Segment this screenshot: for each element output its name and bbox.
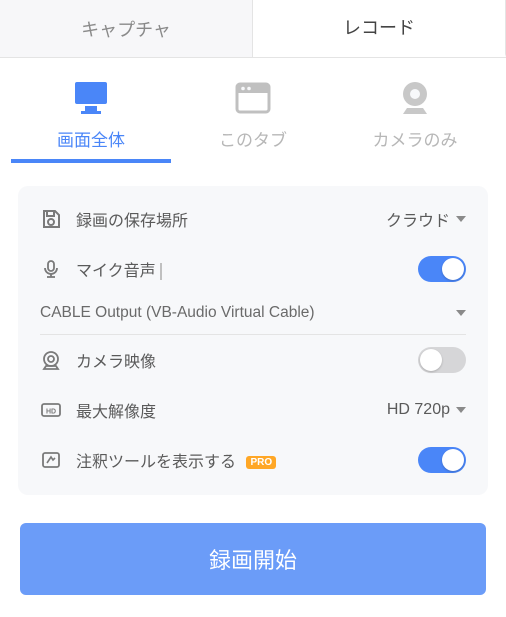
tab-record-label: レコード	[343, 14, 415, 40]
chevron-down-icon	[456, 216, 466, 222]
annotation-icon	[40, 449, 62, 471]
camera-video-label: カメラ映像	[76, 348, 404, 372]
max-resolution-label: 最大解像度	[76, 398, 373, 422]
tab-record[interactable]: レコード	[253, 0, 506, 57]
settings-panel: 録画の保存場所 クラウド マイク音声 CABLE Output (VB-Audi…	[18, 186, 488, 495]
tab-icon	[233, 80, 273, 116]
camera-video-row: カメラ映像	[18, 335, 488, 385]
mic-audio-row: マイク音声	[18, 244, 488, 294]
mic-device-label: CABLE Output (VB-Audio Virtual Cable)	[40, 304, 315, 322]
annotation-tools-toggle[interactable]	[418, 447, 466, 473]
mode-fullscreen[interactable]: 画面全体	[11, 80, 171, 163]
camera-icon	[40, 349, 62, 371]
mic-audio-label: マイク音声	[76, 257, 404, 281]
mic-audio-toggle[interactable]	[418, 256, 466, 282]
start-recording-label: 録画開始	[209, 548, 297, 573]
save-location-value: クラウド	[386, 207, 466, 231]
text-cursor	[160, 263, 162, 280]
save-location-row[interactable]: 録画の保存場所 クラウド	[18, 194, 488, 244]
save-location-label: 録画の保存場所	[76, 207, 372, 231]
mode-camera[interactable]: カメラのみ	[335, 80, 495, 163]
mode-camera-label: カメラのみ	[373, 126, 458, 151]
mic-device-row[interactable]: CABLE Output (VB-Audio Virtual Cable)	[40, 294, 466, 335]
mode-tabs: 画面全体 このタブ カメラのみ	[0, 58, 506, 168]
max-resolution-value: HD 720p	[387, 401, 466, 419]
webcam-icon	[395, 80, 435, 116]
camera-video-toggle[interactable]	[418, 347, 466, 373]
annotation-tools-label: 注釈ツールを表示する PRO	[76, 448, 404, 472]
monitor-icon	[71, 80, 111, 116]
hd-icon: HD	[40, 399, 62, 421]
mode-fullscreen-label: 画面全体	[57, 126, 125, 151]
mode-thistab-label: このタブ	[219, 126, 287, 151]
chevron-down-icon	[456, 310, 466, 316]
tab-capture[interactable]: キャプチャ	[0, 0, 253, 57]
start-recording-button[interactable]: 録画開始	[20, 523, 486, 595]
top-tabs: キャプチャ レコード	[0, 0, 506, 58]
tab-capture-label: キャプチャ	[81, 16, 171, 42]
mode-thistab[interactable]: このタブ	[173, 80, 333, 163]
max-resolution-row[interactable]: HD 最大解像度 HD 720p	[18, 385, 488, 435]
annotation-tools-row: 注釈ツールを表示する PRO	[18, 435, 488, 485]
pro-badge: PRO	[246, 456, 276, 469]
chevron-down-icon	[456, 407, 466, 413]
save-icon	[40, 208, 62, 230]
microphone-icon	[40, 258, 62, 280]
svg-text:HD: HD	[46, 409, 56, 416]
